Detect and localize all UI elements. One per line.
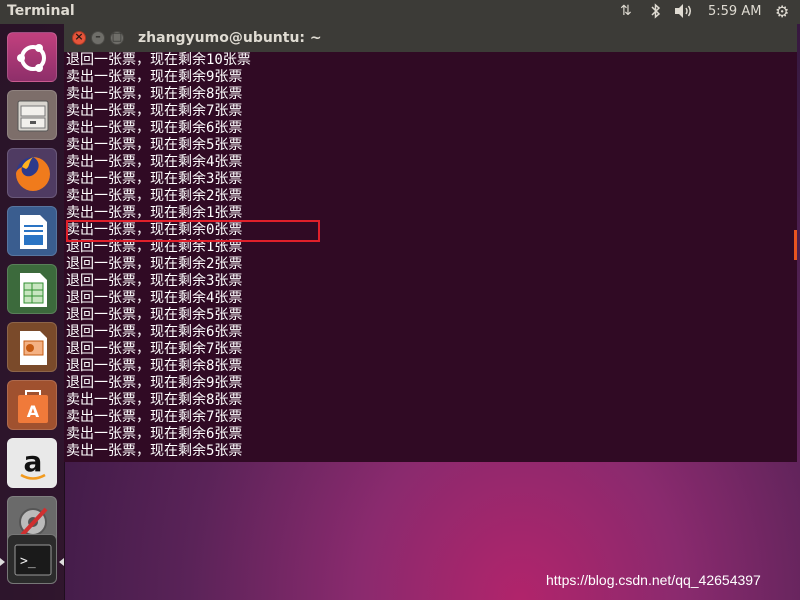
terminal-line: 退回一张票，现在剩余8张票	[66, 358, 243, 374]
running-indicator	[0, 558, 5, 566]
terminal-line: 退回一张票，现在剩余4张票	[66, 290, 243, 306]
terminal-line: 卖出一张票，现在剩余8张票	[66, 86, 243, 102]
software-bag-icon: A	[18, 390, 48, 423]
file-cabinet-icon	[17, 100, 49, 132]
minimize-icon: –	[95, 30, 101, 43]
svg-text:A: A	[27, 402, 40, 421]
terminal-line: 卖出一张票，现在剩余2张票	[66, 188, 243, 204]
maximize-button[interactable]: □	[110, 30, 124, 45]
volume-icon[interactable]	[673, 3, 695, 23]
terminal-line: 退回一张票，现在剩余7张票	[66, 341, 243, 357]
settings-gear-icon[interactable]: ⚙	[775, 2, 789, 21]
maximize-icon: □	[111, 30, 123, 43]
terminal-button[interactable]: >_	[7, 534, 57, 584]
libreoffice-writer-button[interactable]	[7, 206, 57, 256]
terminal-line: 卖出一张票，现在剩余3张票	[66, 171, 243, 187]
terminal-output[interactable]: 退回一张票，现在剩余10张票 卖出一张票，现在剩余9张票 卖出一张票，现在剩余8张票…	[66, 52, 786, 460]
active-app-title: Terminal	[7, 3, 75, 19]
close-icon: ×	[74, 30, 84, 43]
network-arrows-icon[interactable]: ⇅	[620, 3, 632, 19]
terminal-window[interactable]: × – □ zhangyumo@ubuntu: ~ 退回一张票，现在剩余10张票…	[64, 24, 797, 462]
terminal-line: 卖出一张票，现在剩余5张票	[66, 137, 243, 153]
window-title: zhangyumo@ubuntu: ~	[138, 30, 322, 46]
terminal-line: 退回一张票，现在剩余10张票	[66, 52, 251, 68]
ubuntu-logo-icon	[17, 44, 46, 72]
terminal-line: 卖出一张票，现在剩余8张票	[66, 392, 243, 408]
ubuntu-dash-button[interactable]	[7, 32, 57, 82]
firefox-icon	[16, 157, 50, 191]
terminal-line: 卖出一张票，现在剩余6张票	[66, 426, 243, 442]
terminal-line: 退回一张票，现在剩余9张票	[66, 375, 243, 391]
firefox-button[interactable]	[7, 148, 57, 198]
libreoffice-impress-button[interactable]	[7, 322, 57, 372]
highlight-box	[66, 220, 320, 242]
terminal-line: 卖出一张票，现在剩余7张票	[66, 103, 243, 119]
amazon-button[interactable]: a	[7, 438, 57, 488]
terminal-line: 卖出一张票，现在剩余9张票	[66, 69, 243, 85]
watermark-text: https://blog.csdn.net/qq_42654397	[546, 572, 761, 588]
top-panel: Terminal ⇅ 5:59 AM ⚙	[0, 0, 800, 24]
terminal-icon: >_	[14, 544, 52, 576]
window-titlebar[interactable]: × – □ zhangyumo@ubuntu: ~	[64, 24, 797, 52]
minimize-button[interactable]: –	[91, 30, 105, 45]
terminal-line: 卖出一张票，现在剩余6张票	[66, 120, 243, 136]
files-button[interactable]	[7, 90, 57, 140]
terminal-line: 退回一张票，现在剩余5张票	[66, 307, 243, 323]
close-button[interactable]: ×	[72, 30, 86, 45]
spreadsheet-icon	[20, 273, 47, 307]
terminal-line: 卖出一张票，现在剩余4张票	[66, 154, 243, 170]
writer-document-icon	[20, 215, 47, 249]
svg-text:a: a	[24, 445, 43, 478]
launcher: A a >_	[0, 24, 65, 600]
bluetooth-icon[interactable]	[650, 3, 662, 23]
amazon-icon: a	[20, 445, 46, 480]
svg-text:>_: >_	[20, 554, 36, 569]
libreoffice-calc-button[interactable]	[7, 264, 57, 314]
terminal-line: 卖出一张票，现在剩余7张票	[66, 409, 243, 425]
focused-indicator	[59, 558, 64, 566]
ubuntu-software-button[interactable]: A	[7, 380, 57, 430]
terminal-line: 退回一张票，现在剩余3张票	[66, 273, 243, 289]
clock[interactable]: 5:59 AM	[708, 4, 761, 19]
terminal-line: 退回一张票，现在剩余6张票	[66, 324, 243, 340]
presentation-icon	[20, 331, 47, 365]
scrollbar-indicator[interactable]	[794, 230, 797, 260]
terminal-line: 卖出一张票，现在剩余5张票	[66, 443, 243, 459]
terminal-line: 退回一张票，现在剩余2张票	[66, 256, 243, 272]
